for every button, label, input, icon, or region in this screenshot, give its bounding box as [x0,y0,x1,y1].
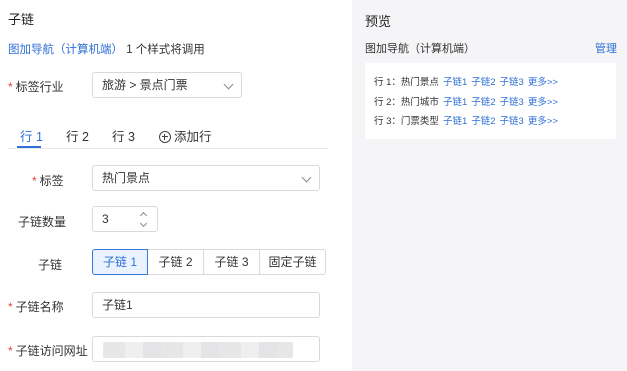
tab-row-1[interactable]: 行 1 [20,126,43,145]
sublink-option-1[interactable]: 子链 1 [92,249,148,275]
preview-more-link[interactable]: 更多>> [528,77,558,88]
tag-label: * 标签 [32,174,64,188]
plus-circle-icon [159,131,171,143]
preview-row: 行 1：热门景点 子链1 子链2 子链3 更多>> [374,77,558,88]
style-link[interactable]: 图加导航（计算机端） [8,44,123,56]
panel-title: 子链 [8,12,35,27]
tab-divider [8,148,328,149]
preview-link[interactable]: 子链1 [443,97,467,108]
preview-link[interactable]: 子链3 [500,77,524,88]
preview-title: 预览 [365,14,392,29]
count-stepper[interactable]: 3 [92,206,158,232]
preview-link[interactable]: 子链3 [500,116,524,127]
sublink-url-input[interactable] [92,336,320,362]
sublink-label: 子链 [38,258,63,272]
preview-link[interactable]: 子链2 [471,116,495,127]
preview-link[interactable]: 子链2 [471,77,495,88]
preview-more-link[interactable]: 更多>> [528,116,558,127]
url-label: * 子链访问网址 [8,344,88,358]
sublink-option-fixed[interactable]: 固定子链 [259,249,326,275]
sublink-option-3[interactable]: 子链 3 [203,249,260,275]
name-label: * 子链名称 [8,300,64,314]
industry-select[interactable]: 旅游 > 景点门票 [92,72,242,98]
preview-more-link[interactable]: 更多>> [528,97,558,108]
preview-card: 行 1：热门景点 子链1 子链2 子链3 更多>> 行 2：热门城市 子链1 子链2 子链3 更… [365,63,616,139]
tag-value: 热门景点 [102,171,151,185]
count-label: 子链数量 [18,215,67,229]
preview-subtitle: 图加导航（计算机端） [365,43,475,55]
tab-row-2[interactable]: 行 2 [66,126,89,145]
sublink-name-input[interactable]: 子链1 [92,292,320,318]
tag-select[interactable]: 热门景点 [92,165,320,191]
chevron-down-icon [301,172,312,183]
preview-link[interactable]: 子链3 [500,97,524,108]
add-row-button[interactable]: 添加行 [159,126,212,145]
preview-row: 行 3：门票类型 子链1 子链2 子链3 更多>> [374,116,558,127]
redacted-url [103,342,293,358]
industry-value: 旅游 > 景点门票 [102,78,188,92]
style-usage-text: 1 个样式将调用 [126,44,205,56]
chevron-down-icon [223,79,234,90]
preview-link[interactable]: 子链1 [443,116,467,127]
style-usage-info: 图加导航（计算机端） 1 个样式将调用 [8,41,205,57]
editor-panel: 子链 图加导航（计算机端） 1 个样式将调用 * 标签行业 旅游 > 景点门票 行… [0,0,352,371]
increment-icon[interactable] [139,211,148,220]
sublink-option-2[interactable]: 子链 2 [147,249,204,275]
tab-row-3[interactable]: 行 3 [112,126,135,145]
preview-panel: 预览 图加导航（计算机端） 管理 行 1：热门景点 子链1 子链2 子链3 更多>> 行… [352,0,627,371]
preview-row: 行 2：热门城市 子链1 子链2 子链3 更多>> [374,97,558,108]
industry-label: * 标签行业 [8,80,64,94]
manage-link[interactable]: 管理 [595,40,617,56]
decrement-icon[interactable] [139,219,148,228]
preview-link[interactable]: 子链1 [443,77,467,88]
count-value: 3 [102,212,109,226]
preview-link[interactable]: 子链2 [471,97,495,108]
